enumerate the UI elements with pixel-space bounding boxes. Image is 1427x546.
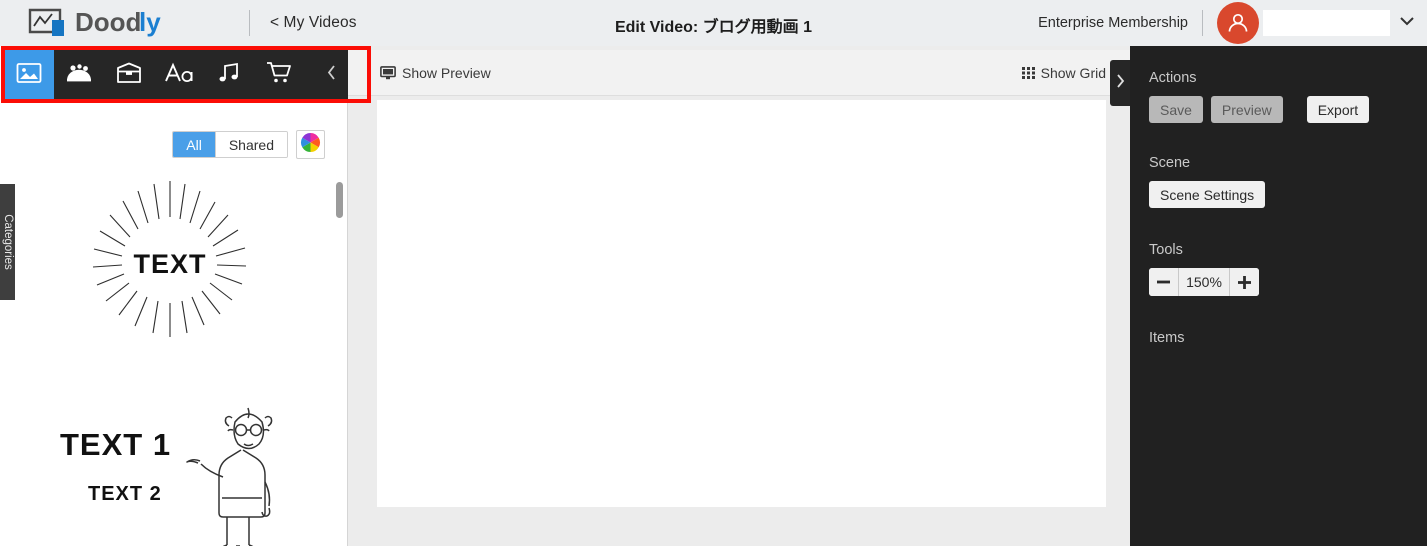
color-picker-button[interactable] — [296, 130, 325, 159]
text-burst-doodle: TEXT — [80, 175, 260, 350]
show-preview-button[interactable]: Show Preview — [380, 65, 491, 81]
actions-section-label: Actions — [1149, 70, 1197, 86]
shopping-cart-icon — [266, 61, 292, 89]
user-avatar-icon[interactable] — [1217, 2, 1259, 44]
zoom-in-button[interactable] — [1230, 268, 1259, 296]
toolbar-collapse-button[interactable] — [318, 50, 344, 100]
svg-text:TEXT 1: TEXT 1 — [60, 427, 171, 462]
minus-icon — [1157, 280, 1170, 284]
export-button[interactable]: Export — [1306, 96, 1370, 123]
color-wheel-icon — [300, 132, 321, 158]
text-aa-icon — [164, 62, 194, 89]
zoom-out-button[interactable] — [1149, 268, 1178, 296]
music-note-icon — [217, 62, 241, 89]
scene-section-label: Scene — [1149, 155, 1191, 171]
zoom-stepper-row: 150% — [1149, 268, 1427, 296]
image-icon — [16, 62, 42, 89]
app-header: Dood ly < My Videos Edit Video: ブログ用動画 1… — [0, 0, 1427, 46]
chevron-down-icon[interactable] — [1399, 14, 1415, 32]
categories-tab[interactable]: Categories — [0, 184, 15, 300]
toolbar-item-characters[interactable] — [54, 50, 104, 100]
canvas-toolbar: Show Preview Show Grid — [348, 50, 1130, 96]
doodle-caption: TEXT — [133, 249, 206, 279]
toolbar-item-music[interactable] — [204, 50, 254, 100]
scene-settings-button[interactable]: Scene Settings — [1149, 181, 1266, 208]
asset-panel-scrollbar[interactable] — [334, 100, 346, 546]
show-preview-label: Show Preview — [402, 64, 491, 81]
show-grid-button[interactable]: Show Grid — [1021, 64, 1106, 81]
text-character-doodle: TEXT 1 TEXT 2 — [30, 390, 310, 546]
scene-canvas[interactable] — [377, 100, 1106, 507]
items-section-label: Items — [1149, 330, 1185, 346]
tools-section-label: Tools — [1149, 242, 1183, 258]
scene-button-row: Scene Settings — [1149, 181, 1427, 208]
actions-button-row: Save Preview Export — [1149, 96, 1427, 123]
asset-filter-row: All Shared — [172, 130, 325, 159]
box-icon — [116, 62, 142, 89]
zoom-value: 150% — [1178, 268, 1230, 296]
doodly-editor-window: Dood ly < My Videos Edit Video: ブログ用動画 1… — [0, 0, 1427, 546]
scrollbar-thumb[interactable] — [336, 182, 343, 218]
plus-icon — [1238, 275, 1251, 289]
toolbar-item-props[interactable] — [104, 50, 154, 100]
people-icon — [65, 62, 93, 89]
properties-panel: Actions Save Preview Export Scene Scene … — [1130, 46, 1427, 546]
toolbar-item-marketplace[interactable] — [254, 50, 304, 100]
list-item[interactable]: TEXT 1 TEXT 2 — [0, 390, 340, 546]
categories-tab-label: Categories — [1, 214, 14, 270]
asset-browser-panel: All Shared TEXT TEXT 1 TEXT 2 — [0, 100, 348, 546]
save-button[interactable]: Save — [1149, 96, 1203, 123]
toolbar-item-images[interactable] — [4, 50, 54, 100]
chevron-right-icon — [1115, 73, 1125, 94]
toolbar-item-text[interactable] — [154, 50, 204, 100]
preview-button[interactable]: Preview — [1210, 96, 1283, 123]
monitor-icon — [380, 65, 396, 80]
zoom-stepper: 150% — [1149, 268, 1259, 296]
header-divider-2 — [1202, 10, 1203, 36]
grid-icon — [1021, 66, 1035, 79]
svg-text:TEXT 2: TEXT 2 — [88, 483, 162, 505]
filter-all-button[interactable]: All — [173, 132, 215, 157]
asset-filter-segmented: All Shared — [172, 131, 288, 158]
filter-shared-button[interactable]: Shared — [214, 132, 287, 157]
list-item[interactable]: TEXT — [0, 172, 340, 352]
asset-thumbnail-list: TEXT TEXT 1 TEXT 2 — [0, 172, 340, 546]
show-grid-label: Show Grid — [1040, 64, 1106, 81]
header-account-area: Enterprise Membership — [1038, 0, 1427, 46]
canvas-area: Show Preview Show Grid — [348, 46, 1130, 546]
account-select[interactable] — [1263, 10, 1390, 36]
asset-type-toolbar — [4, 50, 370, 100]
membership-label: Enterprise Membership — [1038, 15, 1188, 31]
right-panel-expand-button[interactable] — [1110, 60, 1130, 106]
chevron-left-icon — [326, 64, 337, 86]
